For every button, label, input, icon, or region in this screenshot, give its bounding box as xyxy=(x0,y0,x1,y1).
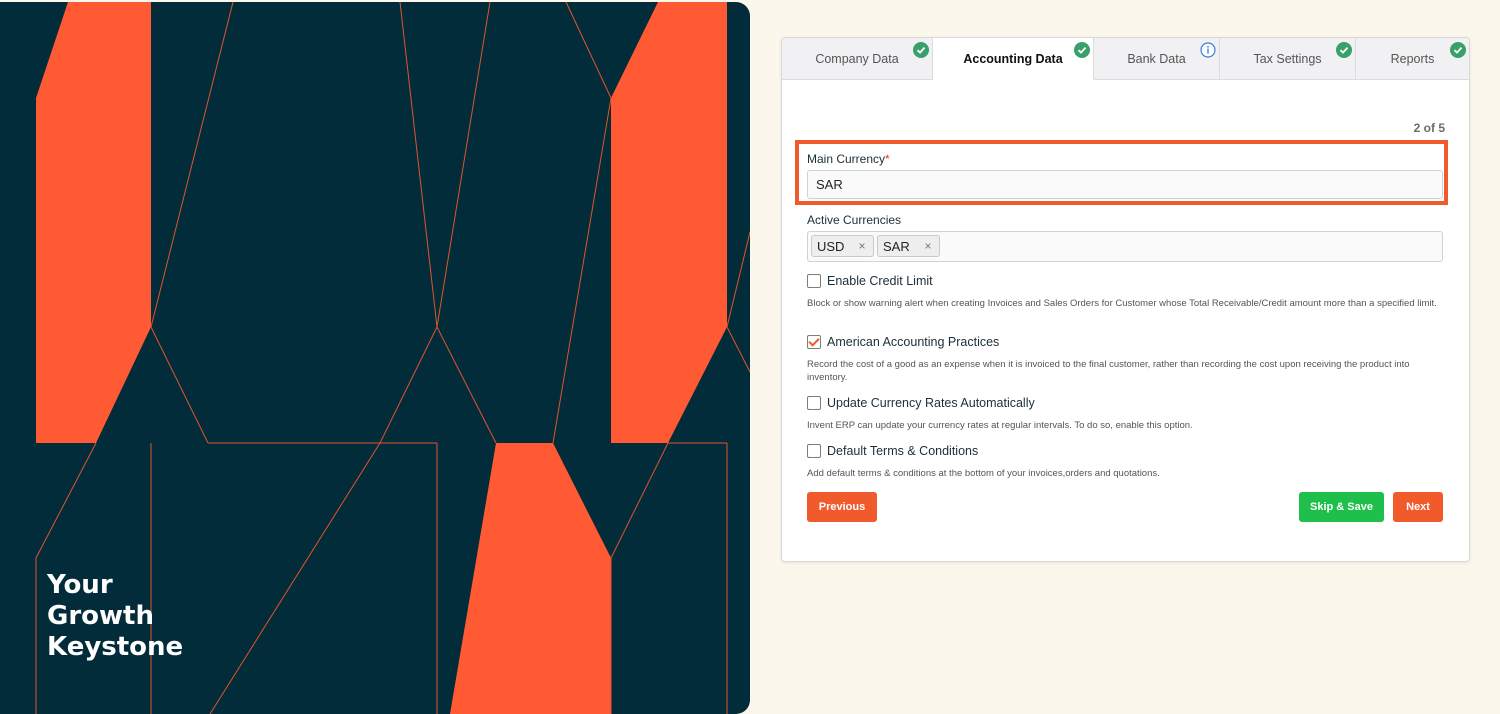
tagline-line-3: Keystone xyxy=(47,632,184,662)
info-icon xyxy=(1200,42,1216,58)
wizard-tabs: Company Data Accounting Data Bank Data T… xyxy=(782,38,1469,80)
required-asterisk: * xyxy=(885,152,890,166)
check-icon xyxy=(1074,42,1090,58)
currency-chip: SAR × xyxy=(877,235,940,257)
american-accounting-option[interactable]: American Accounting Practices xyxy=(807,335,999,349)
tab-label: Company Data xyxy=(815,51,899,66)
hero-panel: Your Growth Keystone xyxy=(0,2,750,714)
close-icon[interactable]: × xyxy=(855,239,869,253)
option-label: American Accounting Practices xyxy=(827,335,1000,349)
enable-credit-limit-checkbox[interactable] xyxy=(807,274,821,288)
default-terms-option[interactable]: Default Terms & Conditions xyxy=(807,444,978,458)
check-icon xyxy=(913,42,929,58)
tab-reports[interactable]: Reports xyxy=(1356,38,1469,79)
tab-company-data[interactable]: Company Data xyxy=(782,38,933,79)
main-currency-label: Main Currency* xyxy=(807,152,890,166)
setup-wizard-card: Company Data Accounting Data Bank Data T… xyxy=(781,37,1470,562)
option-description: Invent ERP can update your currency rate… xyxy=(807,420,1193,431)
close-icon[interactable]: × xyxy=(921,239,935,253)
american-accounting-checkbox[interactable] xyxy=(807,335,821,349)
tab-label: Reports xyxy=(1390,51,1435,66)
tagline-line-1: Your xyxy=(47,570,113,600)
option-label: Update Currency Rates Automatically xyxy=(827,396,1035,410)
option-label: Enable Credit Limit xyxy=(827,274,933,288)
tab-accounting-data[interactable]: Accounting Data xyxy=(933,38,1094,80)
main-currency-input[interactable]: SAR xyxy=(807,170,1443,199)
previous-button[interactable]: Previous xyxy=(807,492,877,522)
tab-label: Bank Data xyxy=(1127,51,1186,66)
step-indicator: 2 of 5 xyxy=(1413,121,1445,135)
active-currencies-label: Active Currencies xyxy=(807,213,902,227)
option-description: Add default terms & conditions at the bo… xyxy=(807,468,1160,479)
option-description: Block or show warning alert when creatin… xyxy=(807,298,1437,309)
enable-credit-limit-option[interactable]: Enable Credit Limit xyxy=(807,274,933,288)
chip-label: USD xyxy=(817,238,845,254)
tab-tax-settings[interactable]: Tax Settings xyxy=(1220,38,1356,79)
tab-label: Tax Settings xyxy=(1253,51,1322,66)
active-currencies-input[interactable]: USD × SAR × xyxy=(807,231,1443,262)
default-terms-checkbox[interactable] xyxy=(807,444,821,458)
label-text: Main Currency xyxy=(807,152,886,166)
hero-tagline: Your Growth Keystone xyxy=(47,570,183,663)
skip-save-button[interactable]: Skip & Save xyxy=(1299,492,1384,522)
option-label: Default Terms & Conditions xyxy=(827,444,979,458)
check-icon xyxy=(1450,42,1466,58)
tab-bank-data[interactable]: Bank Data xyxy=(1094,38,1220,79)
chip-label: SAR xyxy=(883,238,910,254)
currency-chip: USD × xyxy=(811,235,874,257)
tab-label: Accounting Data xyxy=(963,51,1063,66)
tagline-line-2: Growth xyxy=(47,601,154,631)
next-button[interactable]: Next xyxy=(1393,492,1443,522)
main-currency-value: SAR xyxy=(816,177,843,192)
option-description: Record the cost of a good as an expense … xyxy=(807,359,1410,383)
check-icon xyxy=(1336,42,1352,58)
update-currency-rates-checkbox[interactable] xyxy=(807,396,821,410)
update-currency-rates-option[interactable]: Update Currency Rates Automatically xyxy=(807,396,1035,410)
